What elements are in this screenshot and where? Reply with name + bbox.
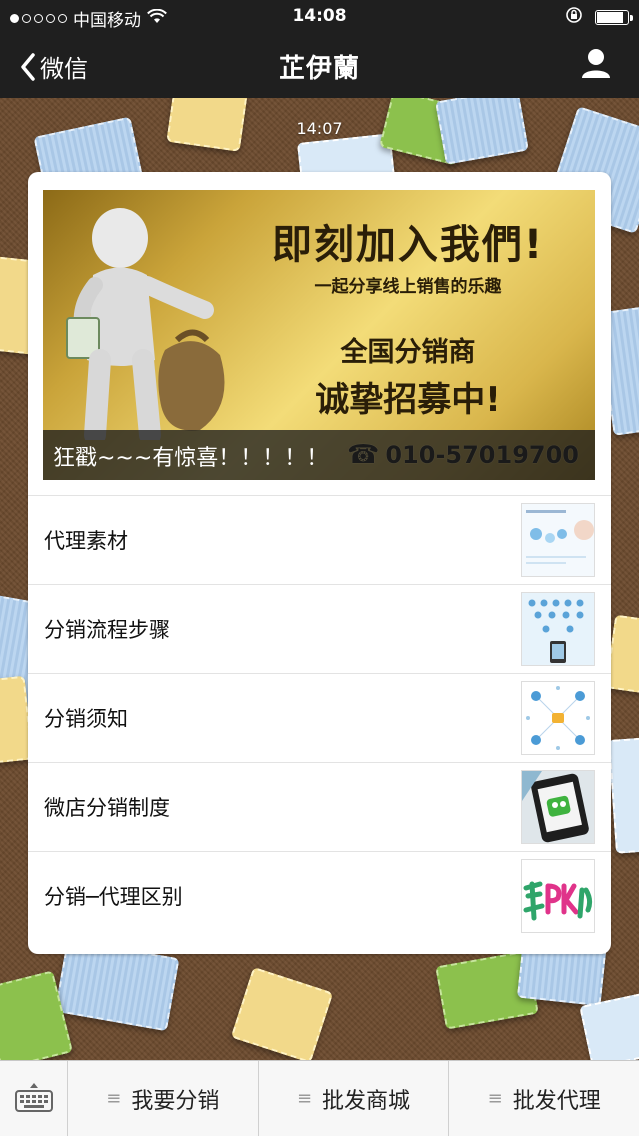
message-timestamp: 14:07 [296,119,343,138]
cover-article[interactable]: 即刻加入我們! 一起分享线上销售的乐趣 全国分销商 诚挚招募中! 狂戳~~~有惊… [43,190,595,480]
status-time: 14:08 [292,6,347,26]
cover-line3: 全国分销商 [340,337,476,368]
phone-number: 010-57019700 [385,441,579,469]
menu-list-icon: ≡ [296,1088,313,1109]
cover-caption-title: 狂戳~~~有惊喜！！！！！ [53,446,329,471]
cover-line4: 诚挚招募中! [315,380,501,420]
list-item[interactable]: 微店分销制度 [28,762,611,851]
list-item-title: 分销须知 [44,707,128,731]
telephone-icon: ☎ [346,440,380,470]
menu-list-icon: ≡ [487,1088,503,1109]
cover-subline: 一起分享线上销售的乐趣 [314,277,502,297]
keyboard-icon [14,1081,54,1117]
menu-button-label: 批发代理 [512,1088,601,1114]
cover-phone: ☎ 010-57019700 [347,440,579,470]
navigation-bar: 微信 芷伊蘭 [0,33,639,98]
brochure-thumbnail [521,503,595,577]
cover-headline: 即刻加入我們! [271,222,545,268]
background-patch [230,966,334,1060]
article-card: 即刻加入我們! 一起分享线上销售的乐趣 全国分销商 诚挚招募中! 狂戳~~~有惊… [28,172,611,954]
menu-list-icon: ≡ [106,1088,122,1109]
list-item-title: 分销流程步骤 [44,618,170,642]
menu-button-label: 我要分销 [131,1088,220,1114]
menu-button-wholesale-mall[interactable]: ≡ 批发商城 [259,1061,450,1136]
status-bar: 中国移动 14:08 [0,0,639,33]
list-item[interactable]: 代理素材 [28,495,611,584]
keyboard-toggle-button[interactable] [0,1061,68,1136]
battery-icon [595,10,633,25]
pk-text-thumbnail [521,859,595,933]
list-item-title: 微店分销制度 [44,796,170,820]
wechat-phone-thumbnail [521,770,595,844]
profile-button[interactable] [581,47,611,83]
status-right [565,6,633,29]
menu-button-distribute[interactable]: ≡ 我要分销 [68,1061,259,1136]
menu-button-label: 批发商城 [322,1088,411,1114]
network-diagram-thumbnail [521,592,595,666]
menu-button-wholesale-agent[interactable]: ≡ 批发代理 [449,1061,639,1136]
list-item[interactable]: 分销须知 [28,673,611,762]
list-item[interactable]: 分销流程步骤 [28,584,611,673]
article-list: 代理素材 分销流程步骤 分销须知 微店分销制度 分销─代理区别 [28,495,611,940]
orientation-lock-icon [565,6,583,29]
list-item[interactable]: 分销─代理区别 [28,851,611,940]
list-item-title: 代理素材 [44,529,128,553]
cover-caption-bar: 狂戳~~~有惊喜！！！！！ ☎ 010-57019700 [43,430,595,480]
hub-diagram-thumbnail [521,681,595,755]
bottom-menu: ≡ 我要分销 ≡ 批发商城 ≡ 批发代理 [0,1060,639,1136]
page-title: 芷伊蘭 [278,54,360,84]
mascot-figure-image [66,208,225,440]
list-item-title: 分销─代理区别 [44,885,183,909]
person-icon [581,49,611,83]
background-patch [608,736,639,854]
